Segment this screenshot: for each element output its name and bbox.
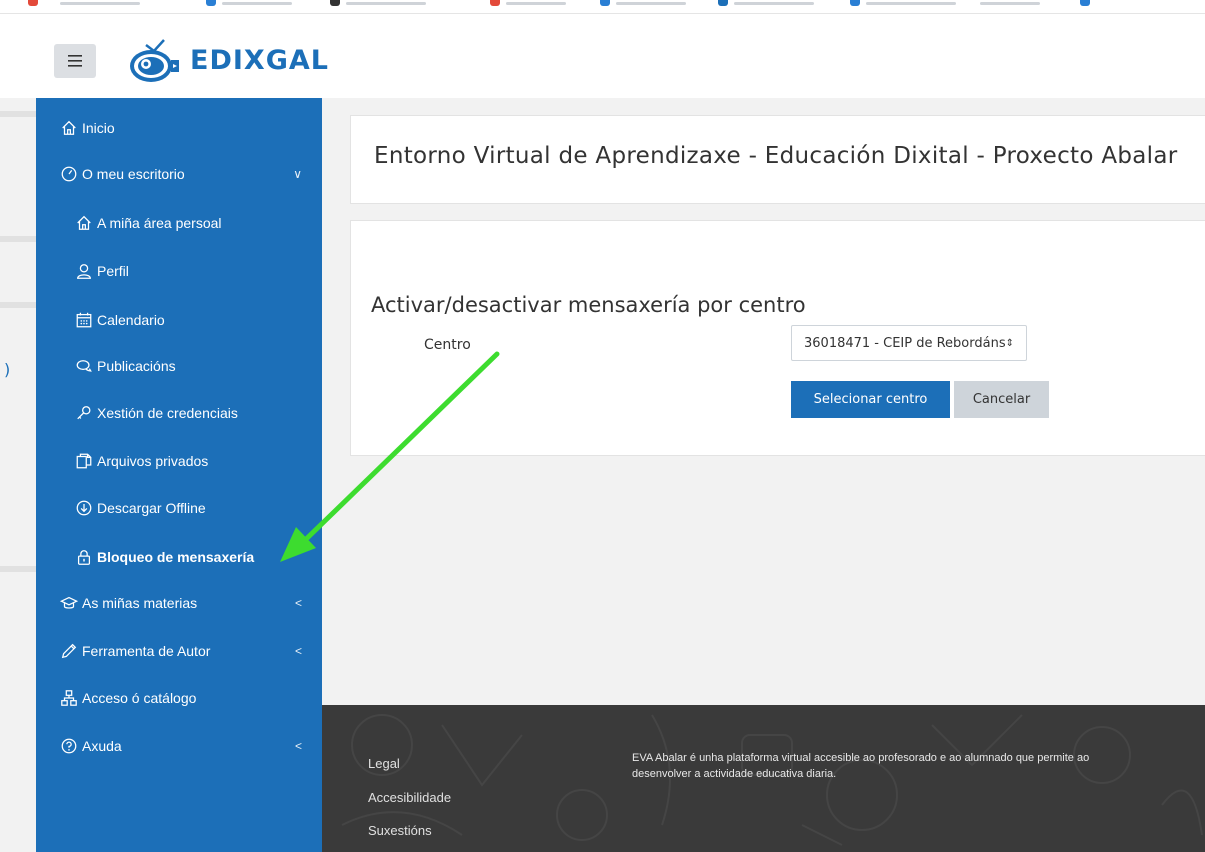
footer-description-line: desenvolver a actividade educativa diari… <box>632 768 837 780</box>
sidebar-item-descargar-offline[interactable]: Descargar Offline <box>74 488 322 528</box>
sidebar-item-a-mina-area-persoal[interactable]: A miña área persoal <box>74 203 322 243</box>
margin-mark <box>0 111 36 117</box>
sidebar-item-label: Publicacións <box>97 358 176 374</box>
page-title: Entorno Virtual de Aprendizaxe - Educaci… <box>374 143 1178 169</box>
messaging-form-card: Activar/desactivar mensaxería por centro… <box>350 220 1205 456</box>
left-page-margin: ) <box>0 98 36 852</box>
centro-label: Centro <box>424 337 471 353</box>
chevron-down-icon: ∨ <box>293 167 302 181</box>
sidebar-item-publicacions[interactable]: Publicacións <box>74 346 322 386</box>
sidebar-item-bloqueo-de-mensaxeria[interactable]: Bloqueo de mensaxería <box>74 537 322 577</box>
bookmarks-bar <box>0 0 1205 14</box>
sidebar-nav: Inicio O meu escritorio ∨ A miña área pe… <box>36 98 322 852</box>
sidebar-item-acceso-o-catalogo[interactable]: Acceso ó catálogo <box>59 678 322 718</box>
sidebar-item-ferramenta-de-autor[interactable]: Ferramenta de Autor < <box>59 631 322 671</box>
lock-icon <box>74 547 94 567</box>
download-circle-icon <box>74 498 94 518</box>
edixgal-logo-icon <box>130 39 179 82</box>
chevron-left-icon: < <box>294 596 302 610</box>
files-icon <box>74 451 94 471</box>
bookmark-item[interactable] <box>222 2 292 5</box>
home-icon <box>74 213 94 233</box>
sidebar-item-label: Descargar Offline <box>97 500 206 516</box>
top-navbar: EDIXGAL <box>0 14 1205 98</box>
bookmark-favicon[interactable] <box>1080 0 1090 6</box>
centro-select[interactable]: 36018471 - CEIP de Rebordáns ⇕ <box>791 325 1027 361</box>
margin-mark <box>0 566 36 572</box>
footer-link-legal[interactable]: Legal <box>368 756 400 771</box>
sitemap-icon <box>59 688 79 708</box>
sidebar-item-calendario[interactable]: Calendario <box>74 300 322 340</box>
dashboard-gauge-icon <box>59 164 79 184</box>
footer-link-accesibilidade[interactable]: Accesibilidade <box>368 790 451 805</box>
form-heading: Activar/desactivar mensaxería por centro <box>371 293 806 317</box>
footer-description-line: EVA Abalar é unha plataforma virtual acc… <box>632 752 1090 764</box>
bookmark-favicon[interactable] <box>718 0 728 6</box>
sidebar-item-arquivos-privados[interactable]: Arquivos privados <box>74 441 322 481</box>
sidebar-item-xestion-de-credenciais[interactable]: Xestión de credenciais <box>74 393 322 433</box>
chat-bubbles-icon <box>74 356 94 376</box>
calendar-icon <box>74 310 94 330</box>
page-footer: Legal Accesibilidade Suxestións EVA Abal… <box>322 705 1205 852</box>
bookmark-item[interactable] <box>506 2 566 5</box>
bookmark-favicon[interactable] <box>28 0 38 6</box>
bookmark-favicon[interactable] <box>206 0 216 6</box>
help-circle-icon <box>59 736 79 756</box>
margin-mark <box>0 302 36 308</box>
sidebar-item-label: Inicio <box>82 120 115 136</box>
cancel-button[interactable]: Cancelar <box>954 381 1049 418</box>
bookmark-favicon[interactable] <box>600 0 610 6</box>
select-arrows-icon: ⇕ <box>1005 337 1014 349</box>
sidebar-item-label: Xestión de credenciais <box>97 405 238 421</box>
bookmark-item[interactable] <box>346 2 426 5</box>
sidebar-item-label: Arquivos privados <box>97 453 209 469</box>
bookmark-item[interactable] <box>734 2 814 5</box>
sidebar-item-o-meu-escritorio[interactable]: O meu escritorio ∨ <box>59 154 322 194</box>
sidebar-item-label: Ferramenta de Autor <box>82 643 211 659</box>
footer-description: EVA Abalar é unha plataforma virtual acc… <box>632 750 1205 782</box>
hamburger-icon <box>68 55 82 67</box>
margin-mark <box>0 236 36 242</box>
pencil-icon <box>59 641 79 661</box>
brand-logo-link[interactable]: EDIXGAL <box>124 36 329 84</box>
sidebar-item-inicio[interactable]: Inicio <box>59 108 322 148</box>
bookmark-item[interactable] <box>60 2 140 5</box>
sidebar-item-label: Calendario <box>97 312 165 328</box>
bookmark-item[interactable] <box>866 2 956 5</box>
sidebar-item-label: A miña área persoal <box>97 215 222 231</box>
hamburger-menu-button[interactable] <box>54 44 96 78</box>
bookmark-favicon[interactable] <box>330 0 340 6</box>
bookmark-item[interactable] <box>616 2 686 5</box>
sidebar-item-perfil[interactable]: Perfil <box>74 251 322 291</box>
sidebar-item-label: Bloqueo de mensaxería <box>97 549 255 565</box>
paren-glyph: ) <box>4 360 11 379</box>
bookmark-favicon[interactable] <box>850 0 860 6</box>
user-icon <box>74 261 94 281</box>
sidebar-item-label: O meu escritorio <box>82 166 185 182</box>
sidebar-item-as-minas-materias[interactable]: As miñas materias < <box>59 583 322 623</box>
home-icon <box>59 118 79 138</box>
sidebar-item-label: As miñas materias <box>82 595 198 611</box>
sidebar-item-label: Axuda <box>82 738 122 754</box>
graduation-cap-icon <box>59 593 79 613</box>
footer-link-suxestions[interactable]: Suxestións <box>368 823 432 838</box>
sidebar-item-axuda[interactable]: Axuda < <box>59 726 322 766</box>
select-centre-button[interactable]: Selecionar centro <box>791 381 950 418</box>
sidebar-item-label: Acceso ó catálogo <box>82 690 197 706</box>
key-icon <box>74 403 94 423</box>
bookmark-favicon[interactable] <box>490 0 500 6</box>
chevron-left-icon: < <box>294 644 302 658</box>
centro-select-value: 36018471 - CEIP de Rebordáns <box>804 335 1006 351</box>
chevron-left-icon: < <box>294 739 302 753</box>
brand-name: EDIXGAL <box>190 44 329 76</box>
bookmark-item[interactable] <box>980 2 1040 5</box>
page-header: Entorno Virtual de Aprendizaxe - Educaci… <box>350 115 1205 204</box>
sidebar-item-label: Perfil <box>97 263 129 279</box>
